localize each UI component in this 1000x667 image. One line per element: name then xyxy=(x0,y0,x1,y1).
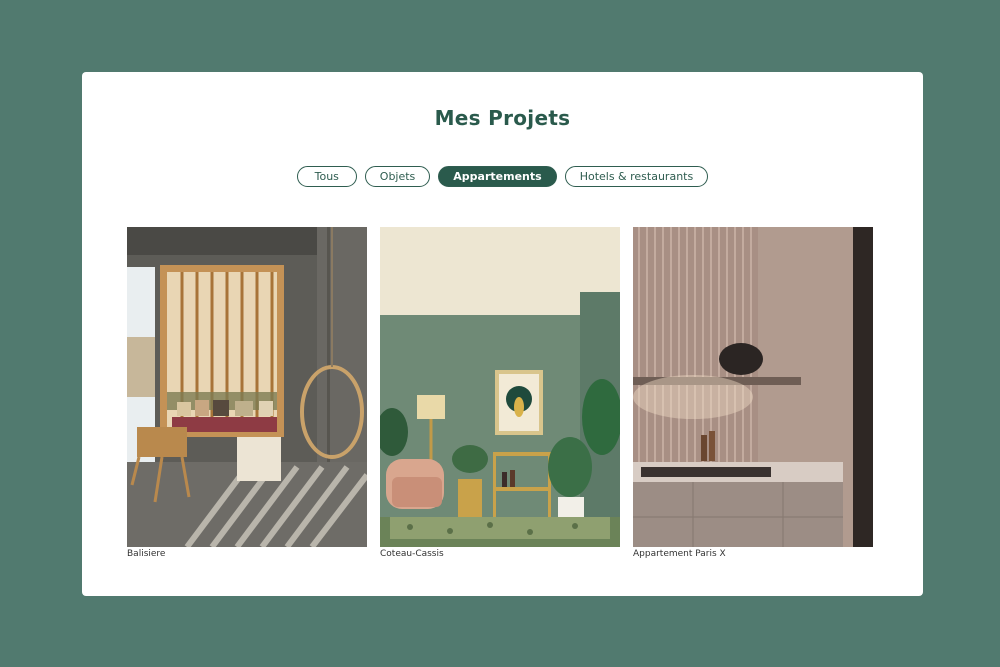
project-image-coteau-cassis[interactable] xyxy=(380,227,620,547)
filter-hotels-restaurants[interactable]: Hotels & restaurants xyxy=(564,166,709,187)
project-image-appartement-paris-x[interactable] xyxy=(633,227,873,547)
project-card-appartement-paris-x[interactable]: Appartement Paris X xyxy=(633,227,873,559)
filter-appartements[interactable]: Appartements xyxy=(438,166,557,187)
project-caption: Balisiere xyxy=(127,549,166,559)
filter-objets[interactable]: Objets xyxy=(364,166,431,187)
project-image-balisiere[interactable] xyxy=(127,227,367,547)
projects-card: Mes Projets Tous Objets Appartements Hot… xyxy=(82,72,923,596)
page-title: Mes Projets xyxy=(434,106,571,130)
project-card-balisiere[interactable]: Balisiere xyxy=(127,227,367,559)
project-grid: Balisiere Coteau-Cassis Appartement Pari… xyxy=(127,227,873,567)
filter-bar: Tous Objets Appartements Hotels & restau… xyxy=(82,166,923,190)
project-card-coteau-cassis[interactable]: Coteau-Cassis xyxy=(380,227,620,559)
project-caption: Coteau-Cassis xyxy=(380,549,444,559)
project-caption: Appartement Paris X xyxy=(633,549,726,559)
filter-tous[interactable]: Tous xyxy=(296,166,357,187)
